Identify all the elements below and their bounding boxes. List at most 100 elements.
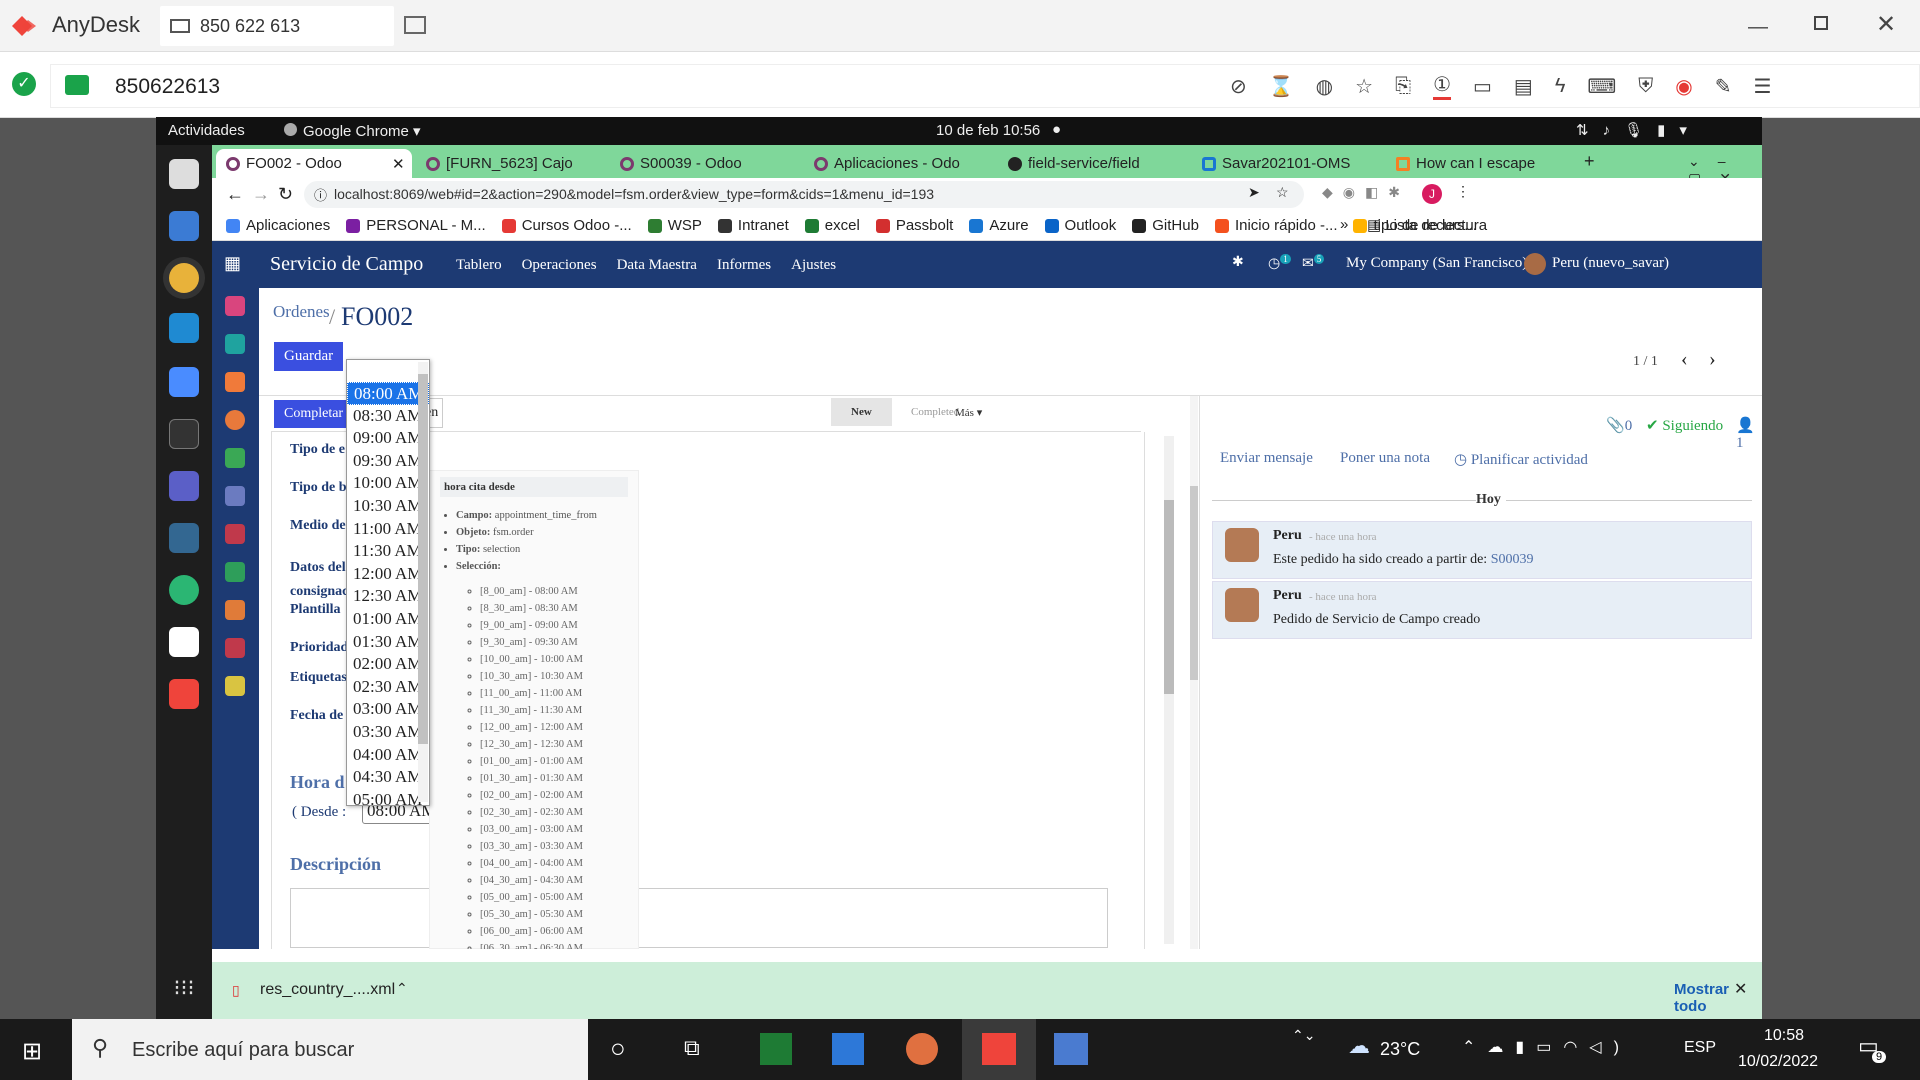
activity-icon[interactable]: ◷ 1 xyxy=(1268,254,1291,273)
privacy-icon[interactable]: ⊘ xyxy=(1230,74,1247,99)
menu-item[interactable]: Operaciones xyxy=(522,257,597,274)
tab-close-icon[interactable]: ✕ xyxy=(392,155,405,173)
more-stages[interactable]: Más ▾ xyxy=(955,406,982,419)
scroll-thumb[interactable] xyxy=(1164,500,1174,694)
cortana-icon[interactable]: ○ xyxy=(610,1033,626,1064)
settings-app-icon[interactable] xyxy=(225,676,245,696)
bookmark-item[interactable]: Azure xyxy=(969,217,1029,234)
discuss-app-icon[interactable] xyxy=(225,296,245,316)
document-viewer-icon[interactable] xyxy=(169,211,199,241)
debug-icon[interactable]: ✱ xyxy=(1232,254,1244,271)
pager-prev-icon[interactable]: ‹ xyxy=(1681,348,1688,371)
pager-next-icon[interactable]: › xyxy=(1709,348,1716,371)
contacts-app-icon[interactable] xyxy=(225,334,245,354)
session-tab[interactable]: 850 622 613 xyxy=(160,6,394,46)
tab-fo002[interactable]: FO002 - Odoo ✕ xyxy=(216,149,412,178)
message-link[interactable]: S00039 xyxy=(1491,552,1534,567)
hourglass-icon[interactable]: ⌛ xyxy=(1269,74,1294,99)
anydesk-task-active[interactable] xyxy=(962,1019,1036,1080)
show-all-button[interactable]: Mostrar todo xyxy=(1674,981,1762,1015)
task-view-icon[interactable]: ⧉ xyxy=(684,1035,700,1061)
time-option[interactable]: 04:00 AM xyxy=(347,744,429,767)
vscode-icon[interactable] xyxy=(169,313,199,343)
activities-button[interactable]: Actividades xyxy=(168,122,245,139)
bookmark-star-icon[interactable]: ☆ xyxy=(1276,184,1289,201)
permissions-icon[interactable]: ⛨ xyxy=(1638,75,1653,98)
bookmark-item[interactable]: Cursos Odoo -... xyxy=(501,217,632,234)
minimize-icon[interactable]: — xyxy=(1748,16,1768,39)
attachments-button[interactable]: 📎0 xyxy=(1606,416,1632,435)
display-icon[interactable]: ▭ xyxy=(1473,74,1492,99)
send-icon[interactable]: ➤ xyxy=(1248,184,1260,201)
dropdown-scrollbar[interactable] xyxy=(418,362,428,802)
taskbar-date[interactable]: 10/02/2022 xyxy=(1738,1053,1818,1071)
clock[interactable]: 10 de feb 10:56 xyxy=(936,122,1040,139)
dropdown-scroll-thumb[interactable] xyxy=(418,374,428,744)
tools-app-icon[interactable] xyxy=(225,562,245,582)
followers-button[interactable]: 👤1 xyxy=(1736,416,1762,452)
bookmark-item[interactable]: PERSONAL - M... xyxy=(346,217,486,234)
time-option[interactable]: 01:00 AM xyxy=(347,608,429,631)
crm-app-icon[interactable] xyxy=(225,410,245,430)
remote-screen[interactable]: Actividades Google Chrome ▾ 10 de feb 10… xyxy=(156,117,1762,1019)
log-note-button[interactable]: Poner una nota xyxy=(1340,450,1430,467)
monitor-1-icon[interactable]: ① xyxy=(1433,72,1451,100)
user-menu[interactable]: Peru (nuevo_savar) xyxy=(1552,255,1669,272)
extension-icons[interactable]: ◆◉◧✱ xyxy=(1322,184,1410,201)
bookmark-item[interactable]: Outlook xyxy=(1044,217,1116,234)
bookmark-item[interactable]: Passbolt xyxy=(875,217,953,234)
star-icon[interactable]: ☆ xyxy=(1355,74,1373,99)
time-option[interactable]: 02:00 AM xyxy=(347,653,429,676)
bookmark-item[interactable]: Inicio rápido -... xyxy=(1214,217,1337,234)
page-scrollbar[interactable] xyxy=(1190,396,1198,949)
tab-aplicaciones[interactable]: Aplicaciones - Odo xyxy=(804,149,996,178)
chat-icon[interactable]: ▤ xyxy=(1514,74,1533,99)
apps-app-icon[interactable] xyxy=(225,638,245,658)
record-icon[interactable]: ◉ xyxy=(1675,74,1692,99)
menu-item[interactable]: Data Maestra xyxy=(617,257,697,274)
teams-icon[interactable] xyxy=(169,471,199,501)
time-option[interactable]: 12:30 AM xyxy=(347,585,429,608)
tab-escape[interactable]: How can I escape xyxy=(1386,149,1578,178)
bookmark-item[interactable]: Intranet xyxy=(717,217,789,234)
chrome-menu-icon[interactable]: ⋮ xyxy=(1456,183,1470,200)
photos-app-icon[interactable] xyxy=(832,1033,864,1065)
message-author[interactable]: Peru xyxy=(1273,528,1302,544)
stage-new[interactable]: New xyxy=(831,398,892,426)
page-scroll-thumb[interactable] xyxy=(1190,486,1198,680)
time-option[interactable]: 04:30 AM xyxy=(347,766,429,789)
bookmark-item[interactable]: GitHub xyxy=(1132,217,1199,234)
spreadsheet-app-icon[interactable] xyxy=(225,448,245,468)
time-option[interactable]: 12:00 AM xyxy=(347,563,429,586)
whiteboard-icon[interactable]: ✎ xyxy=(1715,74,1732,99)
follow-button[interactable]: ✔ Siguiendo xyxy=(1646,416,1723,435)
bookmark-item[interactable]: WSP xyxy=(647,217,702,234)
reload-icon[interactable]: ↻ xyxy=(278,184,293,205)
tray-icons[interactable]: ⌃☁▮▭◠◁) xyxy=(1462,1037,1631,1057)
postgresql-icon[interactable] xyxy=(169,523,199,553)
time-option[interactable]: 05:00 AM xyxy=(347,789,429,812)
save-button[interactable]: Guardar xyxy=(274,342,344,371)
description-field[interactable] xyxy=(290,888,1108,948)
menu-item[interactable]: Ajustes xyxy=(791,257,836,274)
tab-s00039[interactable]: S00039 - Odoo xyxy=(610,149,802,178)
profile-avatar[interactable]: J xyxy=(1422,184,1442,204)
tab-savar[interactable]: Savar202101-OMS xyxy=(1192,149,1384,178)
keyboard-icon[interactable]: ⌨ xyxy=(1587,74,1616,99)
time-option[interactable]: 09:00 AM xyxy=(347,427,429,450)
tab-field-service[interactable]: field-service/field xyxy=(998,149,1190,178)
message-author[interactable]: Peru xyxy=(1273,588,1302,604)
files-icon[interactable] xyxy=(169,159,199,189)
download-file[interactable]: res_country_....xml xyxy=(260,981,395,999)
schedule-activity-button[interactable]: ◷ Planificar actividad xyxy=(1454,450,1588,469)
chevron-up-icon[interactable]: ⌃ xyxy=(396,980,408,997)
menu-item[interactable]: Informes xyxy=(717,257,771,274)
close-downloads-icon[interactable]: ✕ xyxy=(1734,979,1747,999)
sales-app-icon[interactable] xyxy=(225,372,245,392)
restore-icon[interactable] xyxy=(1814,16,1828,30)
dropdown-empty-option[interactable] xyxy=(347,360,429,382)
tab-furn[interactable]: [FURN_5623] Cajo xyxy=(416,149,608,178)
time-option[interactable]: 10:00 AM xyxy=(347,472,429,495)
bookmark-item[interactable]: Aplicaciones xyxy=(226,217,330,234)
new-session-icon[interactable] xyxy=(404,16,426,34)
